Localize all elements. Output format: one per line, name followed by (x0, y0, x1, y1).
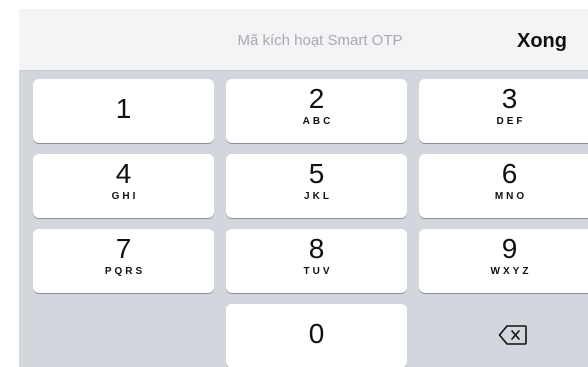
key-digit: 2 (308, 83, 325, 114)
keyboard-toolbar: Mã kích hoạt Smart OTP Xong (19, 9, 588, 71)
key-letters: PQRS (104, 266, 146, 277)
delete-key[interactable] (419, 304, 588, 367)
screen: Mã kích hoạt Smart OTP Xong 1 2 ABC 3 DE… (0, 0, 588, 367)
key-digit: 1 (115, 93, 132, 124)
key-5[interactable]: 5 JKL (226, 154, 407, 218)
key-2[interactable]: 2 ABC (226, 79, 407, 143)
key-digit: 9 (501, 233, 518, 264)
key-4[interactable]: 4 GHI (33, 154, 214, 218)
key-digit: 3 (501, 83, 518, 114)
key-letters: MNO (494, 191, 528, 202)
key-0[interactable]: 0 (226, 304, 407, 367)
key-digit: 7 (115, 233, 132, 264)
key-letters: TUV (303, 266, 333, 277)
key-8[interactable]: 8 TUV (226, 229, 407, 293)
key-letters: WXYZ (490, 266, 532, 277)
key-digit: 8 (308, 233, 325, 264)
toolbar-title: Mã kích hoạt Smart OTP (237, 32, 403, 49)
key-digit: 0 (308, 318, 325, 349)
key-digit: 4 (115, 158, 132, 189)
key-9[interactable]: 9 WXYZ (419, 229, 588, 293)
key-3[interactable]: 3 DEF (419, 79, 588, 143)
key-digit: 6 (501, 158, 518, 189)
key-letters: DEF (496, 116, 526, 127)
key-1[interactable]: 1 (33, 79, 214, 143)
key-letters: ABC (302, 116, 334, 127)
key-letters: GHI (111, 191, 139, 202)
key-6[interactable]: 6 MNO (419, 154, 588, 218)
key-letters: JKL (304, 191, 332, 202)
key-7[interactable]: 7 PQRS (33, 229, 214, 293)
empty-key-slot (33, 304, 214, 367)
key-digit: 5 (308, 158, 325, 189)
backspace-icon (498, 325, 527, 345)
numeric-keypad: Mã kích hoạt Smart OTP Xong 1 2 ABC 3 DE… (19, 9, 588, 367)
done-button[interactable]: Xong (517, 27, 588, 55)
